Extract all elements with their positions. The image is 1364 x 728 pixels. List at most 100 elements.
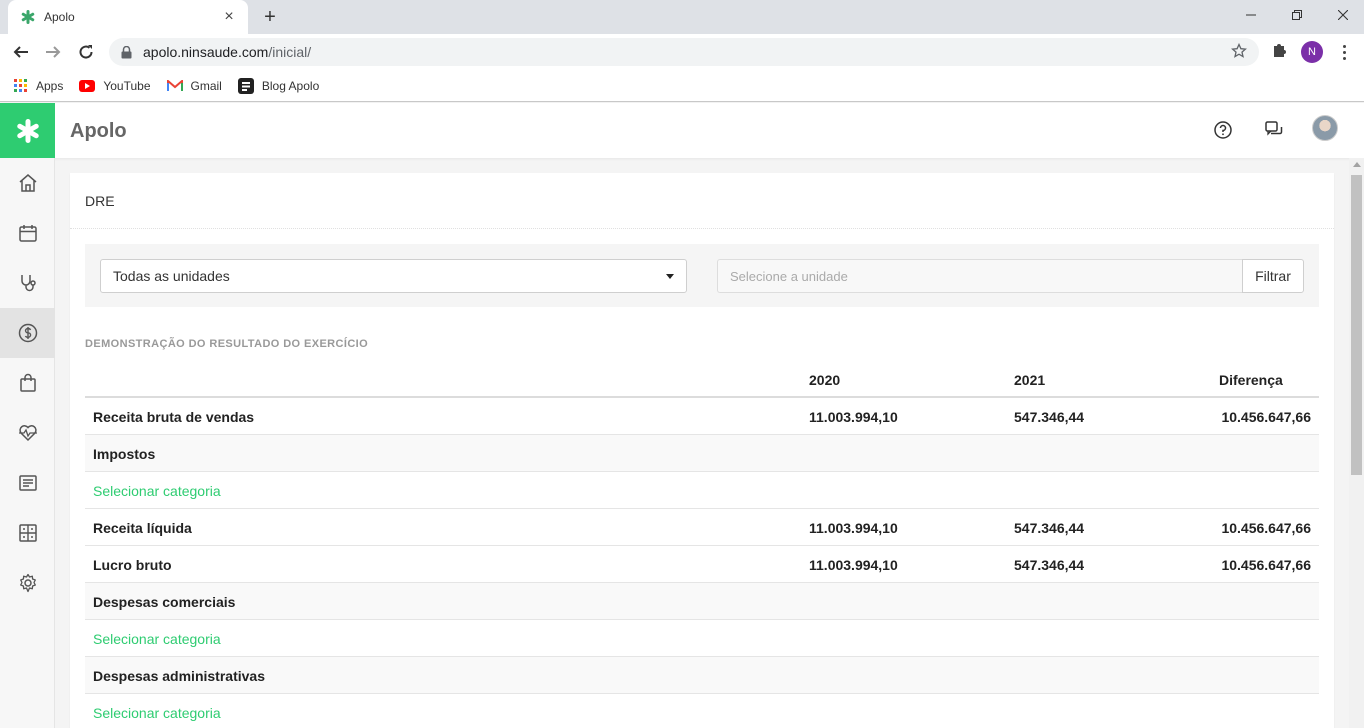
divider (70, 228, 1334, 229)
profile-avatar-button[interactable]: N (1301, 41, 1323, 63)
bookmark-label: YouTube (103, 78, 151, 93)
calendar-icon (18, 225, 37, 242)
select-category-link[interactable]: Selecionar categoria (93, 631, 221, 647)
new-tab-button[interactable]: + (258, 6, 282, 28)
url-text: apolo.ninsaude.com/inicial/ (143, 44, 311, 60)
asterisk-logo-icon (16, 118, 39, 143)
column-header-2020: 2020 (809, 372, 841, 388)
select-category-link[interactable]: Selecionar categoria (93, 483, 221, 499)
sidebar-item-finance[interactable] (0, 308, 55, 358)
page-title: DRE (85, 193, 115, 209)
row-label: Receita bruta de vendas (93, 409, 255, 425)
value-2021: 547.346,44 (1014, 520, 1085, 536)
chevron-down-icon (666, 273, 674, 279)
back-arrow-icon[interactable] (9, 40, 33, 64)
app-header: Apolo (0, 103, 1364, 158)
sidebar-item-shop[interactable] (0, 358, 55, 408)
chat-icon[interactable] (1261, 117, 1287, 143)
sidebar-item-clinical[interactable] (0, 258, 55, 308)
tab-title: Apolo (44, 10, 75, 24)
sidebar-item-home[interactable] (0, 158, 55, 208)
unit-select[interactable]: Todas as unidades (100, 259, 687, 293)
row-label: Impostos (93, 446, 156, 462)
table-row: Impostos (85, 435, 1319, 472)
table-row[interactable]: Selecionar categoria (85, 620, 1319, 657)
shopping-bag-icon (19, 373, 36, 392)
column-header-diferenca: Diferença (1219, 372, 1283, 388)
apolo-favicon-icon (20, 9, 36, 25)
value-2020: 11.003.994,10 (809, 409, 898, 425)
sidebar-item-settings[interactable] (0, 558, 55, 608)
browser-tab[interactable]: Apolo × (8, 0, 248, 34)
address-bar[interactable]: apolo.ninsaude.com/inicial/ (109, 38, 1259, 66)
sidebar (0, 158, 55, 728)
restore-window-button[interactable] (1274, 0, 1320, 30)
scroll-thumb[interactable] (1351, 175, 1362, 475)
sidebar-item-dashboard[interactable] (0, 508, 55, 558)
gear-icon (19, 573, 36, 593)
table-row: Despesas comerciais (85, 583, 1319, 620)
blog-icon (237, 77, 254, 94)
reload-icon[interactable] (74, 40, 98, 64)
browser-menu-icon[interactable] (1337, 41, 1351, 63)
gmail-icon (166, 79, 183, 92)
bookmarks-bar: Apps YouTube Gmail Blog Apolo (0, 70, 1364, 102)
table-header: 2020 2021 Diferença (85, 361, 1319, 398)
apps-grid-icon (14, 78, 28, 93)
column-header-2021: 2021 (1014, 372, 1046, 388)
value-diferenca: 10.456.647,66 (1221, 557, 1311, 573)
row-label: Despesas administrativas (93, 668, 265, 684)
bookmark-label: Gmail (190, 78, 222, 93)
dollar-icon (18, 323, 37, 343)
value-2021: 547.346,44 (1014, 409, 1085, 425)
value-2020: 11.003.994,10 (809, 557, 898, 573)
list-icon (18, 475, 37, 491)
bookmark-label: Blog Apolo (261, 78, 320, 93)
value-diferenca: 10.456.647,66 (1221, 520, 1311, 536)
unit-search-input[interactable]: Selecione a unidade (717, 259, 1243, 293)
sidebar-item-calendar[interactable] (0, 208, 55, 258)
app-title: Apolo (70, 120, 127, 142)
url-host: apolo.ninsaude.com (143, 44, 269, 60)
bookmark-apps[interactable]: Apps (14, 78, 63, 93)
bookmark-gmail[interactable]: Gmail (166, 78, 222, 93)
table-row[interactable]: Selecionar categoria (85, 694, 1319, 728)
dre-table: 2020 2021 Diferença Receita bruta de ven… (85, 361, 1319, 728)
scroll-up-arrow-icon[interactable] (1353, 162, 1361, 167)
table-row: Receita bruta de vendas 11.003.994,10 547.… (85, 398, 1319, 435)
url-path: /inicial/ (268, 44, 312, 60)
bookmark-star-icon[interactable] (1231, 42, 1247, 64)
close-window-button[interactable] (1320, 0, 1364, 30)
lock-icon[interactable] (109, 45, 143, 59)
bookmark-blog-apolo[interactable]: Blog Apolo (237, 77, 320, 94)
minimize-window-button[interactable] (1228, 0, 1274, 30)
app-logo[interactable] (0, 103, 55, 158)
page-scrollbar[interactable] (1349, 158, 1364, 728)
sidebar-item-reports[interactable] (0, 458, 55, 508)
value-2020: 11.003.994,10 (809, 520, 898, 536)
sidebar-item-health[interactable] (0, 408, 55, 458)
select-category-link[interactable]: Selecionar categoria (93, 705, 221, 721)
table-row: Receita líquida 11.003.994,10 547.346,44 10… (85, 509, 1319, 546)
home-icon (19, 174, 36, 192)
row-label: Despesas comerciais (93, 594, 236, 610)
table-row: Lucro bruto 11.003.994,10 547.346,44 10.456… (85, 546, 1319, 583)
dre-card: DRE Todas as unidades Selecione a unidad… (70, 173, 1334, 728)
help-icon[interactable] (1210, 117, 1236, 143)
table-row[interactable]: Selecionar categoria (85, 472, 1319, 509)
section-title: DEMONSTRAÇÃO DO RESULTADO DO EXERCÍCIO (85, 338, 369, 350)
row-label: Receita líquida (93, 520, 192, 536)
close-tab-icon[interactable]: × (220, 8, 238, 26)
extensions-puzzle-icon[interactable] (1271, 42, 1287, 63)
table-row: Despesas administrativas (85, 657, 1319, 694)
user-avatar[interactable] (1312, 115, 1338, 141)
grid-icon (18, 524, 37, 542)
filter-button[interactable]: Filtrar (1242, 259, 1304, 293)
value-2021: 547.346,44 (1014, 557, 1085, 573)
bookmark-youtube[interactable]: YouTube (79, 78, 151, 93)
browser-tabstrip: Apolo × + (0, 0, 1364, 34)
table-body: Receita bruta de vendas 11.003.994,10 547.… (85, 398, 1319, 728)
unit-select-value: Todas as unidades (113, 268, 230, 284)
heart-pulse-icon (18, 425, 37, 442)
forward-arrow-icon[interactable] (41, 40, 65, 64)
